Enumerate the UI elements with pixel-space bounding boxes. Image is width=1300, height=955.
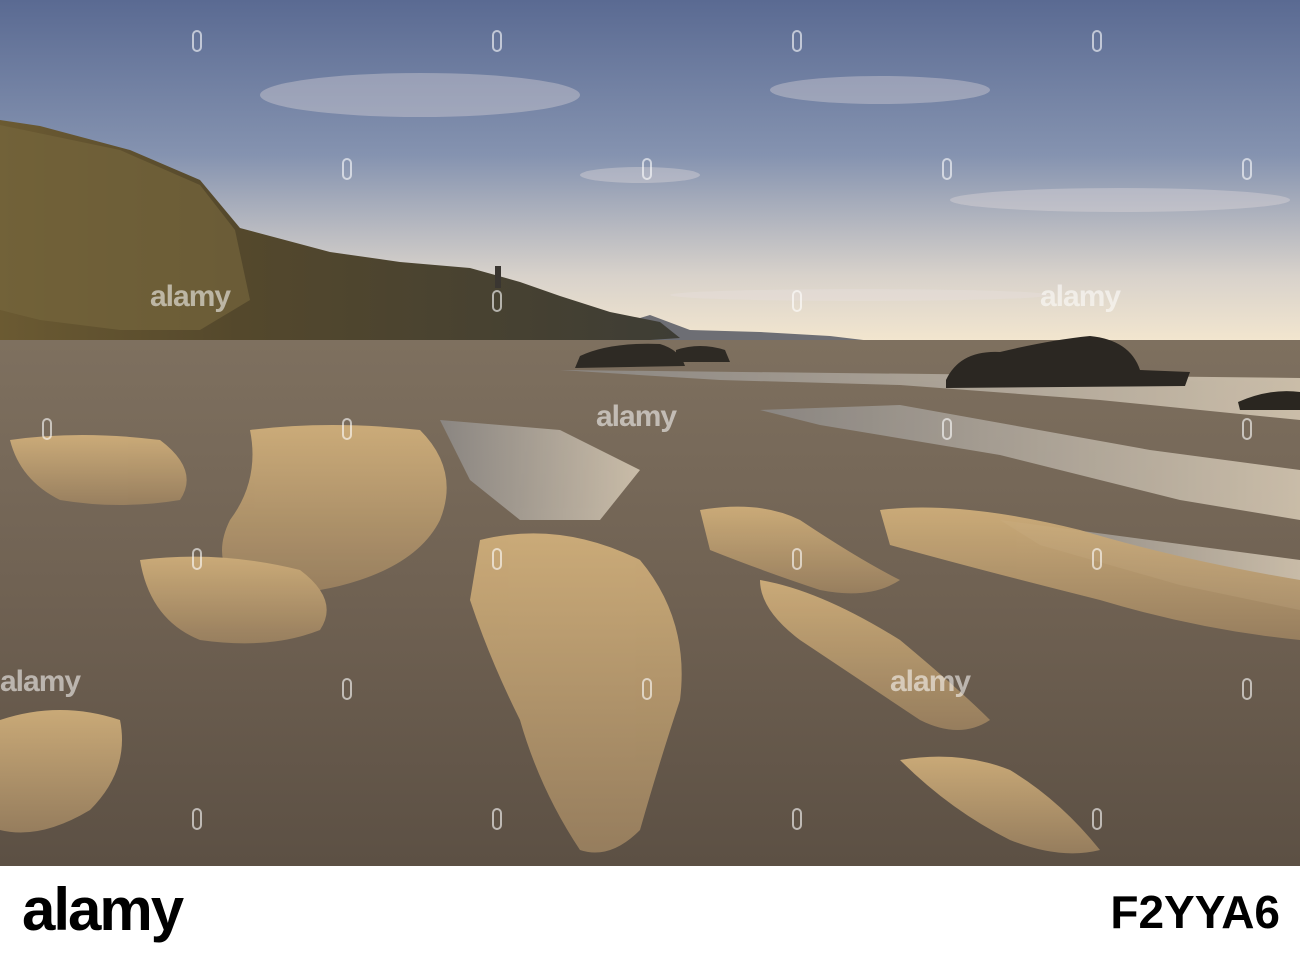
watermark-text: alamy bbox=[0, 665, 81, 698]
beach-photo: alamy alamy alamy alamy alamy bbox=[0, 0, 1300, 866]
watermark-mark bbox=[1092, 808, 1102, 830]
watermark-mark bbox=[942, 418, 952, 440]
watermark-mark bbox=[1242, 418, 1252, 440]
alamy-logo: alamy bbox=[22, 876, 184, 943]
watermark-mark bbox=[1092, 30, 1102, 52]
stock-footer: alamy F2YYA6 bbox=[0, 866, 1300, 955]
watermark-text: alamy bbox=[150, 280, 231, 313]
watermark-mark bbox=[792, 290, 802, 312]
watermark-mark bbox=[642, 158, 652, 180]
watermark-text: alamy bbox=[1040, 280, 1121, 313]
image-id: F2YYA6 bbox=[1110, 886, 1280, 938]
watermark-mark bbox=[42, 418, 52, 440]
engine-house-chimney bbox=[495, 266, 501, 288]
watermark-mark bbox=[342, 418, 352, 440]
watermark-mark bbox=[492, 30, 502, 52]
watermark-mark bbox=[1092, 548, 1102, 570]
watermark-mark bbox=[492, 290, 502, 312]
watermark-mark bbox=[342, 158, 352, 180]
watermark-mark bbox=[1242, 158, 1252, 180]
watermark-mark bbox=[792, 30, 802, 52]
watermark-mark bbox=[792, 548, 802, 570]
watermark-text: alamy bbox=[596, 400, 677, 433]
watermark-mark bbox=[492, 548, 502, 570]
watermark-mark bbox=[642, 678, 652, 700]
watermark-mark bbox=[492, 808, 502, 830]
watermark-mark bbox=[192, 548, 202, 570]
watermark-mark bbox=[942, 158, 952, 180]
watermark-mark bbox=[1242, 678, 1252, 700]
watermark-mark bbox=[192, 30, 202, 52]
watermark-mark bbox=[342, 678, 352, 700]
watermark-mark bbox=[792, 808, 802, 830]
watermark-mark bbox=[192, 808, 202, 830]
watermark-text: alamy bbox=[890, 665, 971, 698]
